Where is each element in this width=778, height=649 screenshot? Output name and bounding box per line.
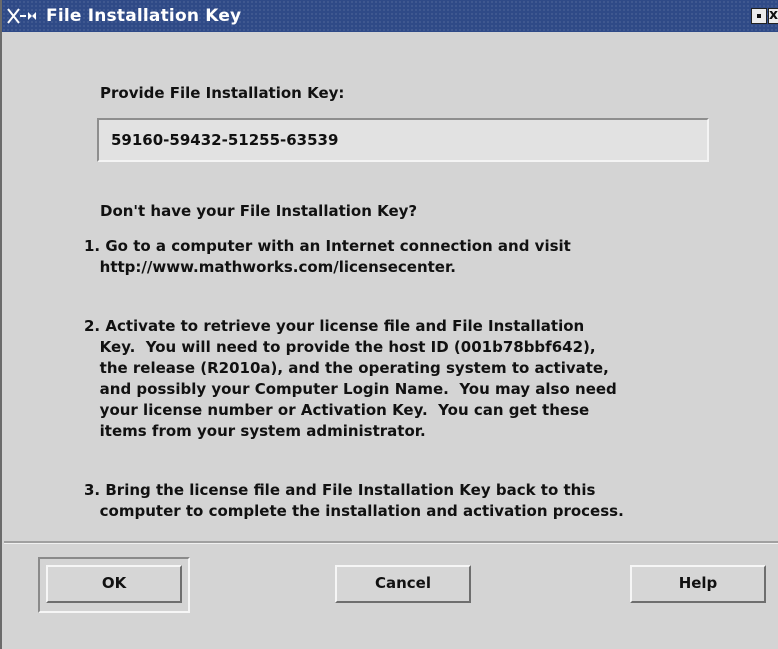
window-title: File Installation Key — [46, 6, 242, 26]
key-field-frame — [97, 118, 709, 162]
step-2-text: 2. Activate to retrieve your license fil… — [84, 317, 617, 440]
help-heading: Don't have your File Installation Key? — [100, 202, 418, 220]
cancel-button[interactable]: Cancel — [335, 565, 471, 603]
title-bar[interactable]: File Installation Key x — [2, 0, 778, 32]
help-frame: Help — [622, 557, 774, 613]
close-button[interactable]: x — [768, 7, 778, 24]
dialog-window: File Installation Key x Provide File Ins… — [0, 0, 778, 649]
close-icon: x — [769, 7, 778, 23]
dialog-content: Provide File Installation Key: Don't hav… — [4, 32, 778, 649]
step-3-text: 3. Bring the license file and File Insta… — [84, 481, 624, 520]
minimize-button[interactable] — [751, 8, 767, 24]
window-menu-icon[interactable] — [6, 6, 40, 26]
cancel-frame: Cancel — [327, 557, 483, 613]
step-1-text: 1. Go to a computer with an Internet con… — [84, 237, 571, 276]
ok-default-frame: OK — [38, 557, 190, 613]
key-heading: Provide File Installation Key: — [100, 84, 345, 102]
minimize-icon — [757, 14, 761, 18]
ok-button[interactable]: OK — [46, 565, 182, 603]
help-button[interactable]: Help — [630, 565, 766, 603]
installation-key-input[interactable] — [105, 124, 705, 156]
